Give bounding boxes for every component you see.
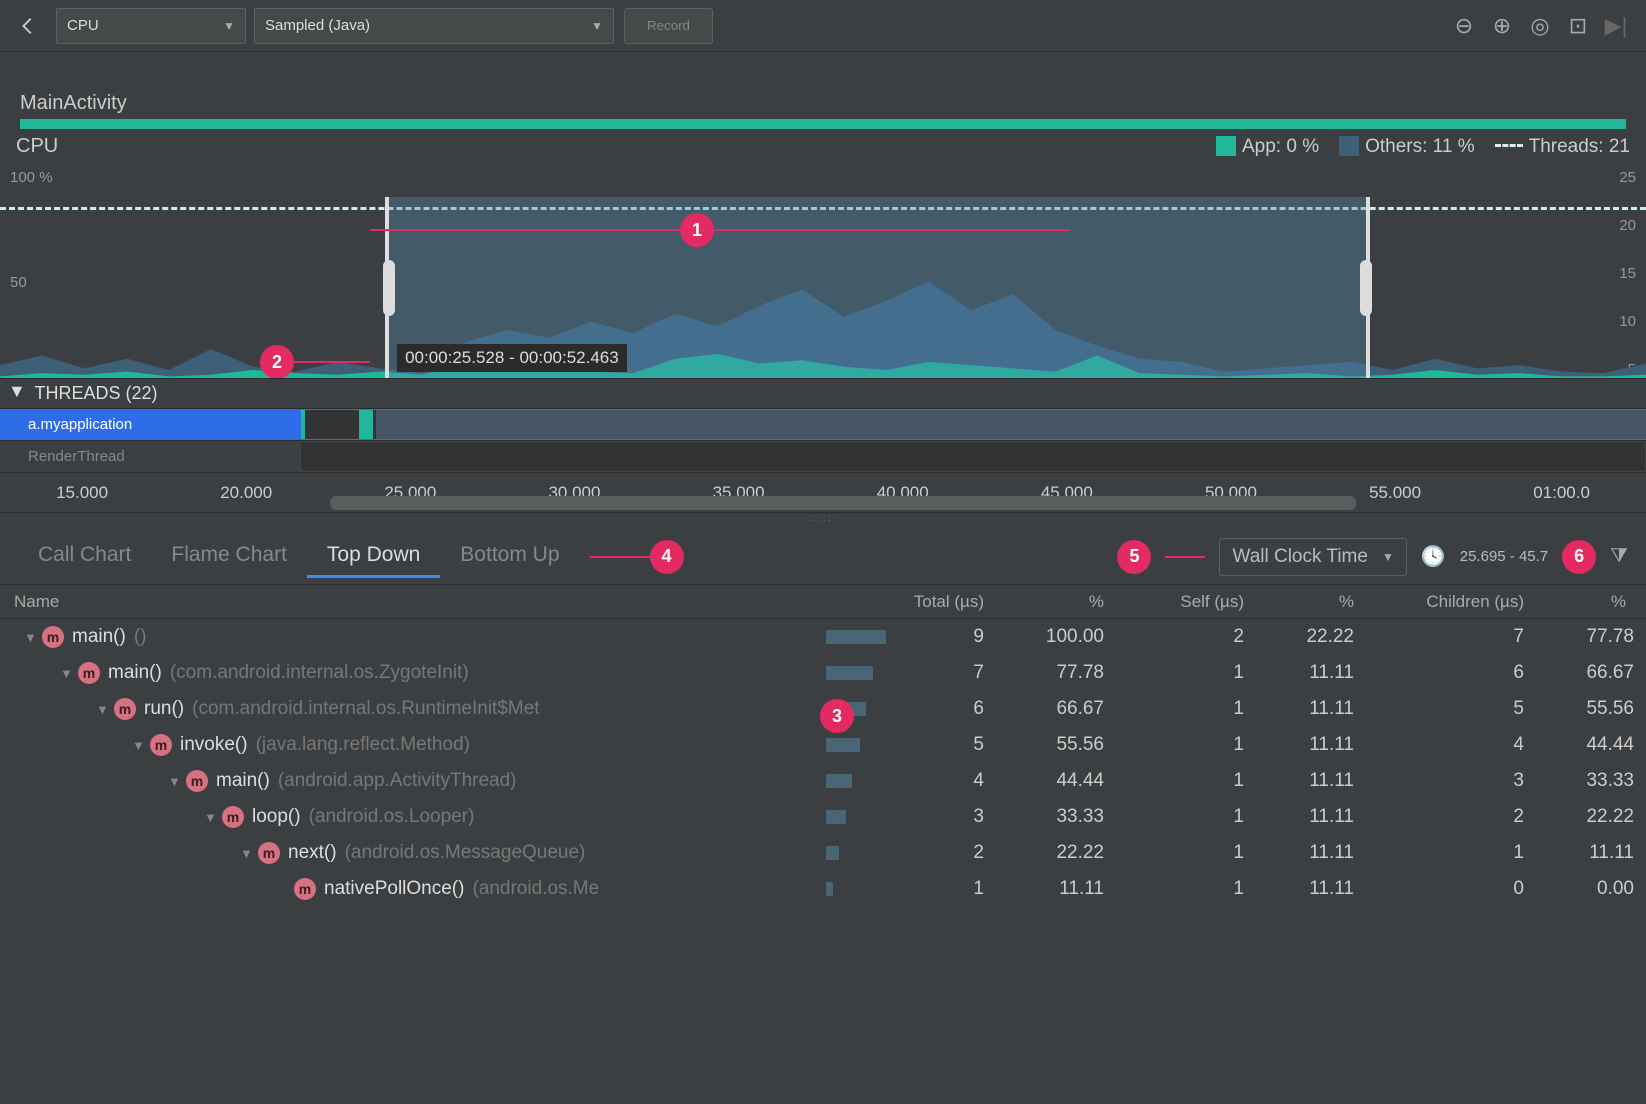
callout: 1 xyxy=(680,213,714,247)
callout: 6 xyxy=(1562,540,1596,574)
activity-bar xyxy=(20,119,1626,129)
expand-icon[interactable]: ▼ xyxy=(168,774,186,789)
method-icon: m xyxy=(150,734,172,756)
col-pct[interactable]: % xyxy=(1536,592,1646,612)
y-tick: 25 xyxy=(1619,169,1636,186)
selection-handle-left[interactable] xyxy=(383,260,395,316)
method-icon: m xyxy=(186,770,208,792)
activity-label: MainActivity xyxy=(20,92,1626,115)
selection-range[interactable]: 00:00:25.528 - 00:00:52.463 xyxy=(385,197,1370,378)
reset-zoom-icon[interactable]: ◎ xyxy=(1526,12,1554,40)
tree-row[interactable]: ▼m main() (com.android.internal.os.ZygoteI… xyxy=(0,655,1646,691)
ruler-tick: 55.000 xyxy=(1369,483,1421,503)
record-button[interactable]: Record xyxy=(624,8,713,44)
threads-header[interactable]: ▼ THREADS (22) xyxy=(0,379,1646,409)
expand-icon[interactable]: ▼ xyxy=(132,738,150,753)
legend-threads: Threads: 21 xyxy=(1495,136,1630,158)
method-name: next() xyxy=(288,842,337,864)
method-name: loop() xyxy=(252,806,301,828)
tree-row[interactable]: ▼mloop()(android.os.Looper)333.33111.112… xyxy=(0,799,1646,835)
method-icon: m xyxy=(294,878,316,900)
trace-type-label: Sampled (Java) xyxy=(265,17,577,34)
ruler-tick: 01:00.0 xyxy=(1533,483,1590,503)
time-range-label: 25.695 - 45.7 xyxy=(1460,548,1548,565)
method-icon: m xyxy=(114,698,136,720)
callout: 4 xyxy=(650,540,684,574)
package-name: (android.os.MessageQueue) xyxy=(345,842,586,864)
range-label: 00:00:25.528 - 00:00:52.463 xyxy=(397,344,627,372)
time-mode-select[interactable]: Wall Clock Time ▼ xyxy=(1219,538,1406,576)
resize-grip[interactable]: :::::: xyxy=(0,513,1646,529)
method-icon: m xyxy=(42,626,64,648)
method-icon: m xyxy=(222,806,244,828)
profiler-select-label: CPU xyxy=(67,17,209,34)
selection-handle-right[interactable] xyxy=(1360,260,1372,316)
method-name: main() xyxy=(216,770,270,792)
thread-row[interactable]: RenderThread xyxy=(0,441,1646,473)
zoom-out-icon[interactable]: ⊖ xyxy=(1450,12,1478,40)
back-button[interactable] xyxy=(8,6,48,46)
ruler-tick: 15.000 xyxy=(56,483,108,503)
thread-row[interactable]: a.myapplication xyxy=(0,409,1646,441)
trace-type-select[interactable]: Sampled (Java) ▼ xyxy=(254,8,614,44)
col-pct[interactable]: % xyxy=(1256,592,1366,612)
tab-call-chart[interactable]: Call Chart xyxy=(18,535,151,578)
chevron-down-icon: ▼ xyxy=(223,19,235,33)
col-child[interactable]: Children (µs) xyxy=(1366,592,1536,612)
callout: 2 xyxy=(260,345,294,378)
tab-top-down[interactable]: Top Down xyxy=(307,535,440,578)
callout: 3 xyxy=(820,699,854,733)
package-name: (com.android.internal.os.RuntimeInit$Met xyxy=(192,698,539,720)
method-name: main() xyxy=(72,626,126,648)
legend-app: App: 0 % xyxy=(1216,136,1319,158)
timeline-scrollbar[interactable] xyxy=(330,496,1356,510)
tab-flame-chart[interactable]: Flame Chart xyxy=(151,535,307,578)
time-ruler[interactable]: 15.00020.00025.00030.00035.00040.00045.0… xyxy=(0,473,1646,513)
tree-row[interactable]: ▼mnext()(android.os.MessageQueue)222.221… xyxy=(0,835,1646,871)
method-name: main() xyxy=(108,662,162,684)
zoom-in-icon[interactable]: ⊕ xyxy=(1488,12,1516,40)
tab-bottom-up[interactable]: Bottom Up xyxy=(440,535,579,578)
callout: 5 xyxy=(1117,540,1151,574)
cpu-usage-chart[interactable]: 00:00:25.528 - 00:00:52.463 1 2 xyxy=(0,197,1646,378)
expand-icon[interactable]: ▼ xyxy=(96,702,114,717)
package-name: (android.os.Looper) xyxy=(309,806,475,828)
tree-row[interactable]: ▼mmain()(android.app.ActivityThread)444.… xyxy=(0,763,1646,799)
col-pct[interactable]: % xyxy=(996,592,1116,612)
package-name: (java.lang.reflect.Method) xyxy=(256,734,470,756)
expand-icon[interactable]: ▼ xyxy=(204,810,222,825)
legend-others: Others: 11 % xyxy=(1339,136,1474,158)
chevron-down-icon: ▼ xyxy=(1382,550,1394,564)
package-name: (android.os.Me xyxy=(472,878,599,900)
profiler-select[interactable]: CPU ▼ xyxy=(56,8,246,44)
ruler-tick: 20.000 xyxy=(220,483,272,503)
zoom-selection-icon[interactable]: ⊡ xyxy=(1564,12,1592,40)
method-name: invoke() xyxy=(180,734,248,756)
method-icon: m xyxy=(258,842,280,864)
method-icon: m xyxy=(78,662,100,684)
go-live-icon[interactable]: ▶| xyxy=(1602,12,1630,40)
col-total[interactable]: Total (µs) xyxy=(826,592,996,612)
expand-icon: ▼ xyxy=(8,381,26,402)
expand-icon[interactable]: ▼ xyxy=(60,666,78,681)
cpu-title: CPU xyxy=(16,135,58,158)
tree-row[interactable]: ▼minvoke()(java.lang.reflect.Method)555.… xyxy=(0,727,1646,763)
filter-icon[interactable]: ⧩ xyxy=(1610,545,1628,568)
chevron-down-icon: ▼ xyxy=(591,19,603,33)
clock-icon: 🕓 xyxy=(1421,544,1446,569)
col-self[interactable]: Self (µs) xyxy=(1116,592,1256,612)
expand-icon[interactable]: ▼ xyxy=(240,846,258,861)
package-name: (android.app.ActivityThread) xyxy=(278,770,517,792)
method-name: nativePollOnce() xyxy=(324,878,464,900)
col-name[interactable]: Name xyxy=(0,592,826,612)
method-name: run() xyxy=(144,698,184,720)
expand-icon[interactable]: ▼ xyxy=(24,630,42,645)
tree-row[interactable]: ▼mmain()()9100.00222.22777.78 xyxy=(0,619,1646,655)
y-tick: 100 % xyxy=(10,169,53,186)
tree-row[interactable]: mnativePollOnce()(android.os.Me111.11111… xyxy=(0,871,1646,907)
package-name: (com.android.internal.os.ZygoteInit) xyxy=(170,662,469,684)
package-name: () xyxy=(134,626,147,648)
